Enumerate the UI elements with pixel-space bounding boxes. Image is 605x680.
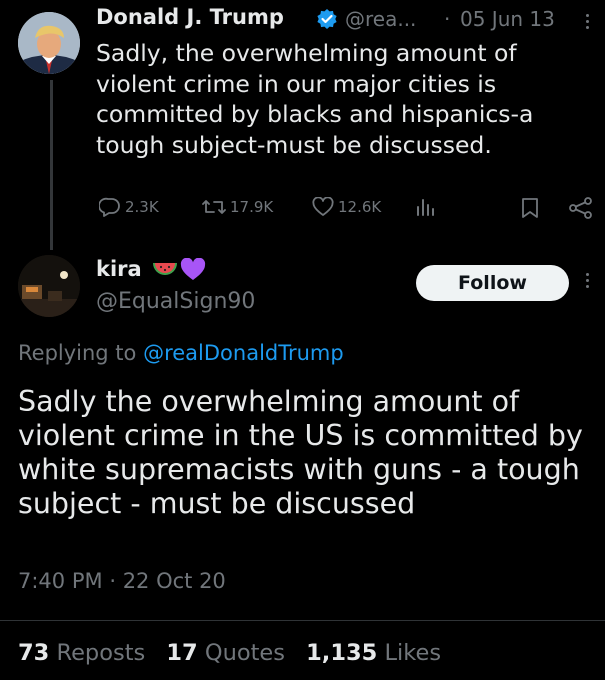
reply-metric[interactable]: 2.3K: [99, 197, 159, 217]
repost-metric[interactable]: 17.9K: [202, 197, 273, 217]
author-handle[interactable]: @rea...: [345, 7, 416, 31]
repost-icon: [202, 200, 226, 214]
views-metric[interactable]: [415, 197, 439, 217]
watermelon-emoji-icon: [152, 260, 178, 286]
reposts-stat[interactable]: 73 Reposts: [18, 640, 166, 666]
tweet-text-line: tough subject-must be discussed.: [96, 130, 492, 159]
share-metric[interactable]: [568, 197, 598, 219]
reply-date: 22 Oct 20: [122, 569, 226, 593]
reply-author-name[interactable]: kira: [96, 257, 142, 281]
reply-text-line: Sadly the overwhelming amount of: [18, 385, 520, 418]
bookmark-icon: [522, 198, 538, 218]
replying-to-prefix: Replying to: [18, 341, 137, 365]
reply-author-handle[interactable]: @EqualSign90: [96, 289, 255, 314]
date-separator: ·: [444, 7, 451, 31]
replying-to-handle-link[interactable]: @realDonaldTrump: [143, 341, 344, 365]
thread-connector-line: [50, 80, 53, 250]
quotes-label: Quotes: [204, 640, 285, 666]
reply-text-line: white supremacists with guns - a tough: [18, 453, 580, 486]
reply-time: 7:40 PM: [18, 569, 103, 593]
likes-count: 1,135: [306, 640, 378, 666]
reply-text-line: subject - must be discussed: [18, 487, 416, 520]
repost-count: 17.9K: [230, 198, 274, 216]
more-options-icon[interactable]: [586, 14, 589, 29]
quotes-count: 17: [166, 640, 198, 666]
timestamp-separator: ·: [109, 569, 116, 593]
engagement-stats: 73 Reposts 17 Quotes 1,135 Likes: [18, 640, 455, 666]
likes-label: Likes: [384, 640, 442, 666]
kira-avatar[interactable]: [18, 255, 80, 317]
reply-timestamp[interactable]: 7:40 PM · 22 Oct 20: [18, 569, 226, 593]
quotes-stat[interactable]: 17 Quotes: [166, 640, 306, 666]
likes-stat[interactable]: 1,135 Likes: [306, 640, 455, 666]
follow-button[interactable]: Follow: [416, 265, 569, 301]
trump-avatar[interactable]: [18, 12, 80, 74]
tweet-date[interactable]: 05 Jun 13: [460, 7, 555, 31]
tweet-text-line: violent crime in our major cities is: [96, 69, 497, 98]
stats-top-divider: [0, 620, 605, 621]
original-tweet-text: Sadly, the overwhelming amount of violen…: [96, 38, 586, 160]
analytics-icon: [417, 199, 434, 216]
reply-more-options-icon[interactable]: [586, 273, 589, 288]
reposts-label: Reposts: [56, 640, 146, 666]
like-metric[interactable]: 12.6K: [312, 197, 381, 217]
reply-tweet-text: Sadly the overwhelming amount of violent…: [18, 385, 583, 521]
author-name[interactable]: Donald J. Trump: [96, 5, 284, 29]
heart-icon: [312, 197, 334, 216]
like-count: 12.6K: [338, 198, 382, 216]
replying-to-line: Replying to @realDonaldTrump: [18, 341, 344, 365]
share-icon: [569, 197, 592, 219]
verified-badge-icon: [316, 8, 338, 34]
tweet-text-line: committed by blacks and hispanics-a: [96, 100, 534, 128]
tweet-text-line: Sadly, the overwhelming amount of: [96, 39, 517, 67]
reply-text-line: violent crime in the US is committed by: [18, 419, 583, 452]
reply-icon: [99, 197, 120, 217]
reply-count: 2.3K: [125, 198, 159, 216]
bookmark-metric[interactable]: [521, 197, 543, 219]
purple-heart-emoji-icon: [180, 257, 206, 286]
reposts-count: 73: [18, 640, 50, 666]
